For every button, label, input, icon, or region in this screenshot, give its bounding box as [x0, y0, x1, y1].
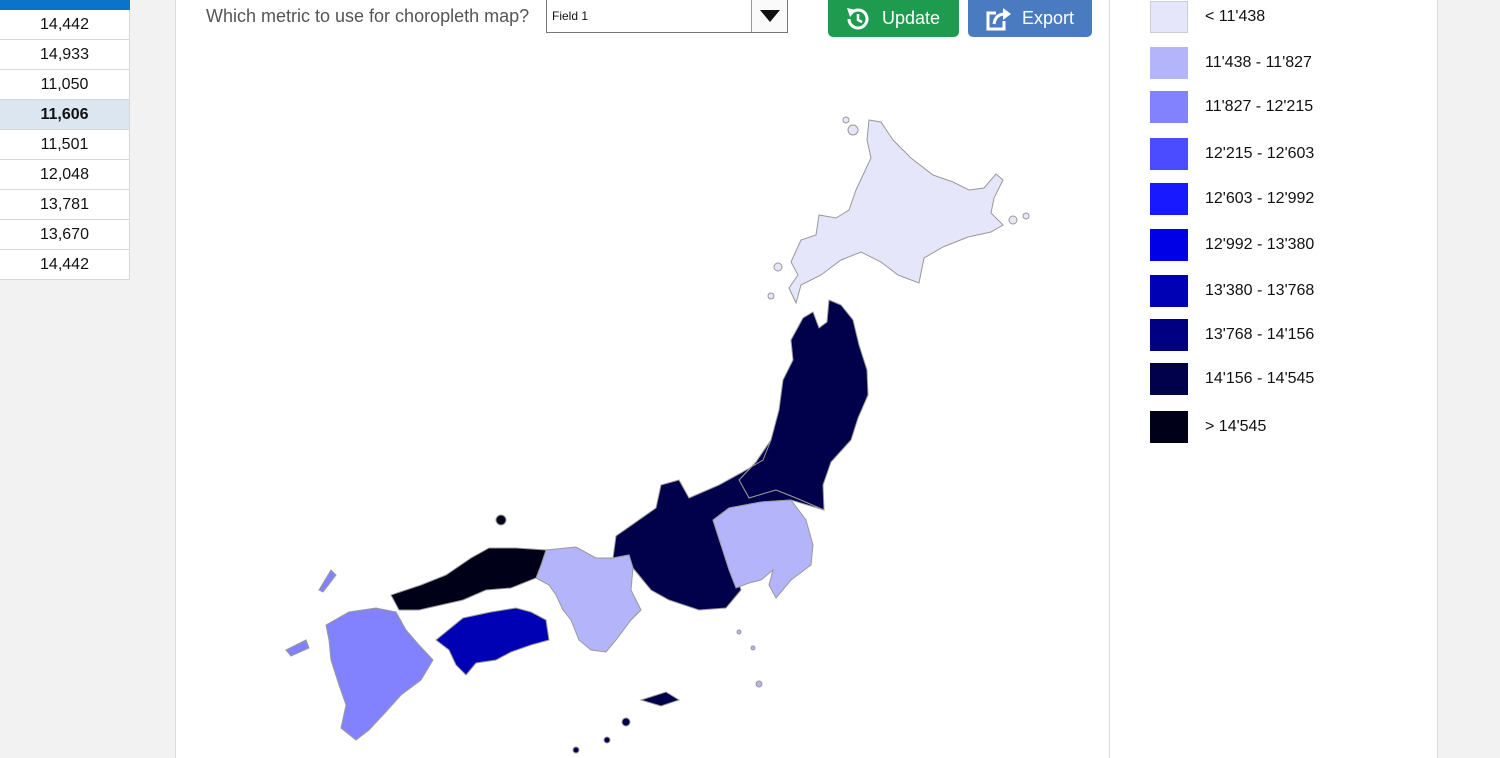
metric-select-value: Field 1: [552, 9, 589, 23]
region-tohoku[interactable]: [738, 299, 869, 511]
legend-label: < 11'438: [1205, 8, 1266, 25]
legend-label: 11'438 - 11'827: [1205, 54, 1312, 71]
legend-swatch: [1150, 275, 1188, 307]
region-tohoku-islet: [621, 717, 631, 727]
legend-label: 12'215 - 12'603: [1205, 145, 1315, 162]
legend-item: 13'380 - 13'768: [1150, 275, 1314, 307]
legend-swatch: [1150, 319, 1188, 351]
table-row[interactable]: 13,781: [0, 190, 130, 220]
legend-item: 11'827 - 12'215: [1150, 91, 1313, 123]
legend-swatch: [1150, 363, 1188, 395]
legend-item: < 11'438: [1150, 1, 1265, 33]
metric-select[interactable]: Field 1: [546, 0, 788, 33]
region-tohoku-islet: [572, 746, 580, 754]
region-kyushu-islet: [318, 569, 337, 593]
legend-swatch: [1150, 183, 1188, 215]
region-kinki[interactable]: [535, 546, 642, 653]
choropleth-map[interactable]: [176, 40, 1111, 758]
legend-swatch: [1150, 138, 1188, 170]
update-button-label: Update: [882, 8, 941, 28]
region-hokkaido[interactable]: [788, 119, 1004, 305]
legend-label: 14'156 - 14'545: [1205, 370, 1315, 387]
region-hokkaido-islet: [773, 262, 783, 272]
legend-panel: < 11'438 11'438 - 11'827 11'827 - 12'215 12…: [1110, 0, 1438, 758]
region-kanto-islet: [736, 629, 742, 635]
legend-label: > 14'545: [1205, 418, 1267, 435]
refresh-icon: [847, 7, 869, 29]
region-tohoku-islet: [639, 691, 681, 707]
export-icon: [986, 7, 1011, 30]
legend-label: 12'603 - 12'992: [1205, 190, 1315, 207]
legend-swatch: [1150, 411, 1188, 443]
legend-item: 12'992 - 13'380: [1150, 229, 1314, 261]
legend-item: 12'603 - 12'992: [1150, 183, 1314, 215]
region-hokkaido-islet: [842, 116, 850, 124]
region-shikoku[interactable]: [435, 607, 550, 676]
region-kanto-islet: [750, 645, 756, 651]
metric-label: Which metric to use for choropleth map?: [206, 6, 530, 26]
export-button[interactable]: Export: [968, 0, 1092, 37]
region-kyushu[interactable]: [325, 607, 434, 741]
region-tohoku-islet: [603, 736, 611, 744]
update-button[interactable]: Update: [828, 0, 959, 37]
region-hokkaido-islet: [847, 124, 859, 136]
table-row[interactable]: 14,442: [0, 250, 130, 280]
table-row[interactable]: 11,050: [0, 70, 130, 100]
table-row[interactable]: 11,606: [0, 100, 130, 130]
map-panel: Which metric to use for choropleth map? …: [175, 0, 1110, 758]
legend-label: 12'992 - 13'380: [1205, 236, 1315, 253]
table-row[interactable]: 12,048: [0, 160, 130, 190]
region-hokkaido-islet: [1008, 215, 1018, 225]
legend-swatch: [1150, 1, 1188, 33]
table-row[interactable]: 11,501: [0, 130, 130, 160]
region-chugoku[interactable]: [390, 547, 547, 611]
legend-label: 11'827 - 12'215: [1205, 98, 1314, 115]
table-row[interactable]: 13,670: [0, 220, 130, 250]
legend-label: 13'380 - 13'768: [1205, 282, 1315, 299]
data-table: 14,442 14,933 11,050 11,606 11,501 12,048 13,7…: [0, 0, 130, 280]
legend-item: 11'438 - 11'827: [1150, 47, 1312, 79]
legend-item: 12'215 - 12'603: [1150, 138, 1314, 170]
export-button-label: Export: [1022, 8, 1075, 28]
legend-item: > 14'545: [1150, 411, 1266, 443]
chevron-down-icon[interactable]: [751, 0, 787, 32]
region-hokkaido-islet: [767, 292, 775, 300]
region-hokkaido-islet: [1022, 212, 1030, 220]
legend-item: 14'156 - 14'545: [1150, 363, 1314, 395]
legend-label: 13'768 - 14'156: [1205, 326, 1315, 343]
table-row[interactable]: 14,933: [0, 40, 130, 70]
region-kanto-islet: [755, 680, 763, 688]
table-row[interactable]: 14,442: [0, 10, 130, 40]
legend-swatch: [1150, 91, 1188, 123]
legend-item: 13'768 - 14'156: [1150, 319, 1314, 351]
legend-swatch: [1150, 47, 1188, 79]
legend-swatch: [1150, 229, 1188, 261]
region-kyushu-islet: [285, 639, 310, 657]
region-chugoku-islet: [495, 514, 507, 526]
table-header: [0, 0, 130, 10]
